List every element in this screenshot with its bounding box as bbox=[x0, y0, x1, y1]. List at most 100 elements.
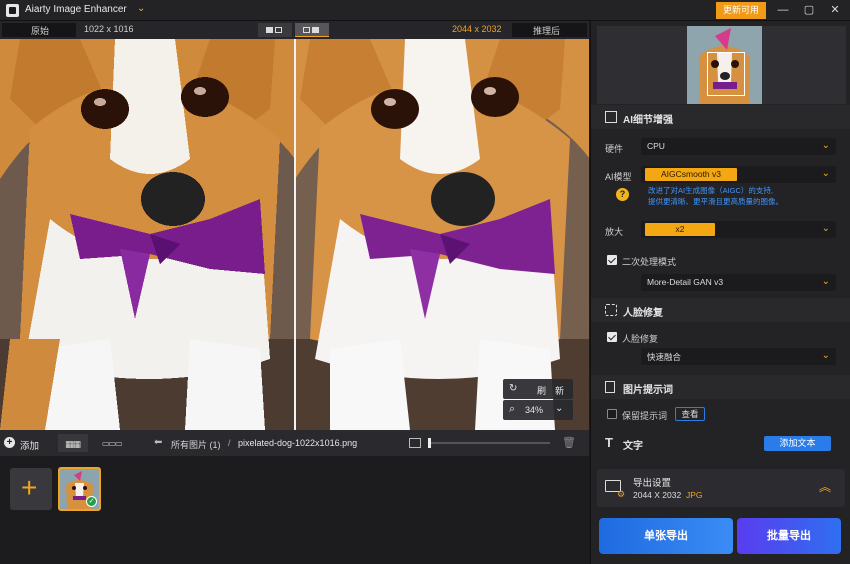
add-button[interactable]: 添加 bbox=[20, 438, 39, 452]
trash-icon[interactable]: 🗑 bbox=[562, 436, 576, 449]
secondary-mode-checkbox[interactable] bbox=[607, 255, 617, 265]
scale-label: 放大 bbox=[605, 227, 624, 237]
image-thumbnail[interactable]: ✓ bbox=[58, 467, 101, 511]
scale-value: x2 bbox=[645, 223, 715, 236]
restore-button[interactable]: ▢ bbox=[798, 2, 820, 19]
help-icon[interactable]: ? bbox=[616, 188, 629, 201]
refresh-label: 刷 新 bbox=[537, 386, 565, 396]
text-icon: T bbox=[605, 435, 613, 450]
app-title: Aiarty Image Enhancer bbox=[25, 4, 127, 15]
chevron-down-icon: ⌄ bbox=[821, 350, 830, 361]
breadcrumb-filename: pixelated-dog-1022x1016.png bbox=[238, 438, 358, 448]
settings-panel: AI细节增强 硬件 CPU ⌄ AI模型 AIGCsmooth v3 ⌄ ? 改… bbox=[590, 21, 850, 564]
gear-icon: ⚙ bbox=[617, 489, 626, 499]
model-label: AI模型 bbox=[605, 172, 632, 182]
face-mode-select[interactable]: 快速融合 ⌄ bbox=[641, 348, 836, 365]
export-size: 2044 X 2032 bbox=[633, 490, 682, 500]
face-icon bbox=[605, 304, 617, 316]
model-select[interactable]: AIGCsmooth v3 ⌄ bbox=[641, 166, 836, 183]
add-image-tile[interactable]: + bbox=[10, 468, 52, 510]
face-mode-value: 快速融合 bbox=[647, 352, 682, 362]
grid-icon: ▦▦ bbox=[65, 439, 81, 449]
thumbnail-size-slider[interactable] bbox=[428, 438, 550, 448]
chevron-up-icon[interactable]: ︽ bbox=[819, 478, 831, 495]
single-view-icon-right bbox=[275, 27, 282, 33]
add-text-button[interactable]: 添加文本 bbox=[764, 436, 831, 451]
keep-prompt-label: 保留提示词 bbox=[622, 411, 668, 421]
zoom-icon: ⌕ bbox=[509, 403, 516, 415]
enhance-icon bbox=[605, 111, 617, 123]
chevron-down-icon: ⌄ bbox=[821, 168, 830, 179]
secondary-mode-value: More-Detail GAN v3 bbox=[647, 277, 724, 287]
original-label: 原始 bbox=[31, 26, 50, 36]
hardware-label: 硬件 bbox=[605, 144, 624, 154]
zoom-chevron-icon[interactable]: ⌄ bbox=[555, 403, 563, 414]
close-button[interactable]: ✕ bbox=[824, 2, 846, 19]
hardware-select[interactable]: CPU ⌄ bbox=[641, 138, 836, 155]
image-prompt-header: 图片提示词 bbox=[591, 375, 850, 399]
view-prompt-button[interactable]: 查看 bbox=[675, 407, 705, 421]
enhanced-size: 2044 x 2032 bbox=[452, 24, 502, 34]
image-icon bbox=[409, 438, 421, 448]
batch-export-button[interactable]: 批量导出 bbox=[737, 518, 841, 554]
original-image bbox=[0, 39, 295, 430]
single-view-icon bbox=[266, 27, 273, 33]
chevron-down-icon: ⌄ bbox=[821, 140, 830, 151]
keep-prompt-checkbox[interactable] bbox=[607, 409, 617, 419]
update-available-button[interactable]: 更新可用 bbox=[716, 2, 766, 19]
refresh-button[interactable]: ↻ 刷 新 bbox=[503, 379, 573, 399]
add-icon[interactable]: + bbox=[4, 437, 15, 448]
face-restore-label: 人脸修复 bbox=[622, 334, 659, 344]
app-menu-chevron-icon[interactable]: ⌄ bbox=[137, 3, 145, 14]
secondary-mode-label: 二次处理模式 bbox=[622, 257, 677, 267]
ai-enhance-title: AI细节增强 bbox=[623, 115, 673, 126]
export-settings[interactable]: ⚙ 导出设置 2044 X 2032 JPG ︽ bbox=[597, 469, 845, 507]
original-size: 1022 x 1016 bbox=[84, 24, 134, 34]
breadcrumb-root[interactable]: 所有图片 (1) bbox=[171, 438, 221, 451]
small-grid-icon: ▭▭▭ bbox=[102, 439, 123, 448]
export-format: JPG bbox=[686, 490, 703, 500]
face-restore-header: 人脸修复 bbox=[591, 298, 850, 322]
grid-large-view-button[interactable]: ▦▦ bbox=[58, 434, 88, 452]
single-export-button[interactable]: 单张导出 bbox=[599, 518, 733, 554]
image-prompt-title: 图片提示词 bbox=[623, 385, 673, 396]
text-title: 文字 bbox=[623, 441, 643, 452]
secondary-mode-select[interactable]: More-Detail GAN v3 ⌄ bbox=[641, 274, 836, 291]
selected-check-icon: ✓ bbox=[86, 496, 97, 507]
app-logo-icon bbox=[6, 4, 19, 17]
split-view-icon bbox=[303, 27, 310, 33]
viewport-frame[interactable] bbox=[707, 52, 745, 96]
split-view-icon-right bbox=[312, 27, 319, 33]
face-restore-checkbox[interactable] bbox=[607, 332, 617, 342]
refresh-icon: ↻ bbox=[509, 383, 518, 394]
zoom-value: 34% bbox=[525, 405, 544, 415]
model-description-line2: 提供更清晰、更平滑且更高质量的图像。 bbox=[648, 197, 783, 206]
thumbnail-toolbar: + 添加 ▦▦ ▭▭▭ ⬅ 所有图片 (1) / pixelated-dog-1… bbox=[0, 430, 589, 456]
slider-handle[interactable] bbox=[428, 438, 431, 448]
zoom-control[interactable]: ⌕ 34% ⌄ bbox=[503, 400, 573, 420]
grid-small-view-button[interactable]: ▭▭▭ bbox=[96, 434, 126, 452]
face-restore-title: 人脸修复 bbox=[623, 308, 663, 319]
preview-navigator[interactable] bbox=[597, 26, 846, 104]
breadcrumb-separator: / bbox=[228, 438, 231, 448]
back-arrow-icon[interactable]: ⬅ bbox=[154, 437, 162, 448]
chevron-down-icon: ⌄ bbox=[821, 223, 830, 234]
compare-divider[interactable] bbox=[294, 39, 296, 430]
model-description-line1: 改进了对AI生成图像（AIGC）的支持, bbox=[648, 186, 774, 195]
model-value: AIGCsmooth v3 bbox=[645, 168, 737, 181]
export-settings-title: 导出设置 bbox=[633, 478, 672, 489]
compare-canvas[interactable]: ↻ 刷 新 ⌕ 34% ⌄ bbox=[0, 39, 589, 430]
enhanced-label: 推理后 bbox=[533, 26, 561, 36]
scale-select[interactable]: x2 ⌄ bbox=[641, 221, 836, 238]
preview-thumbnail bbox=[687, 26, 762, 104]
split-view-button[interactable] bbox=[295, 23, 329, 37]
thumbnail-area: + ✓ bbox=[0, 456, 589, 564]
single-view-button[interactable] bbox=[258, 23, 292, 37]
hardware-value: CPU bbox=[647, 141, 665, 151]
document-icon bbox=[605, 381, 615, 393]
image-workspace: 原始 1022 x 1016 2044 x 2032 推理后 ↻ 刷 新 ⌕ 3… bbox=[0, 21, 589, 564]
ai-enhance-header: AI细节增强 bbox=[591, 105, 850, 129]
enhanced-image bbox=[295, 39, 589, 430]
title-bar: Aiarty Image Enhancer ⌄ 更新可用 — ▢ ✕ bbox=[0, 0, 850, 21]
minimize-button[interactable]: — bbox=[772, 2, 794, 19]
